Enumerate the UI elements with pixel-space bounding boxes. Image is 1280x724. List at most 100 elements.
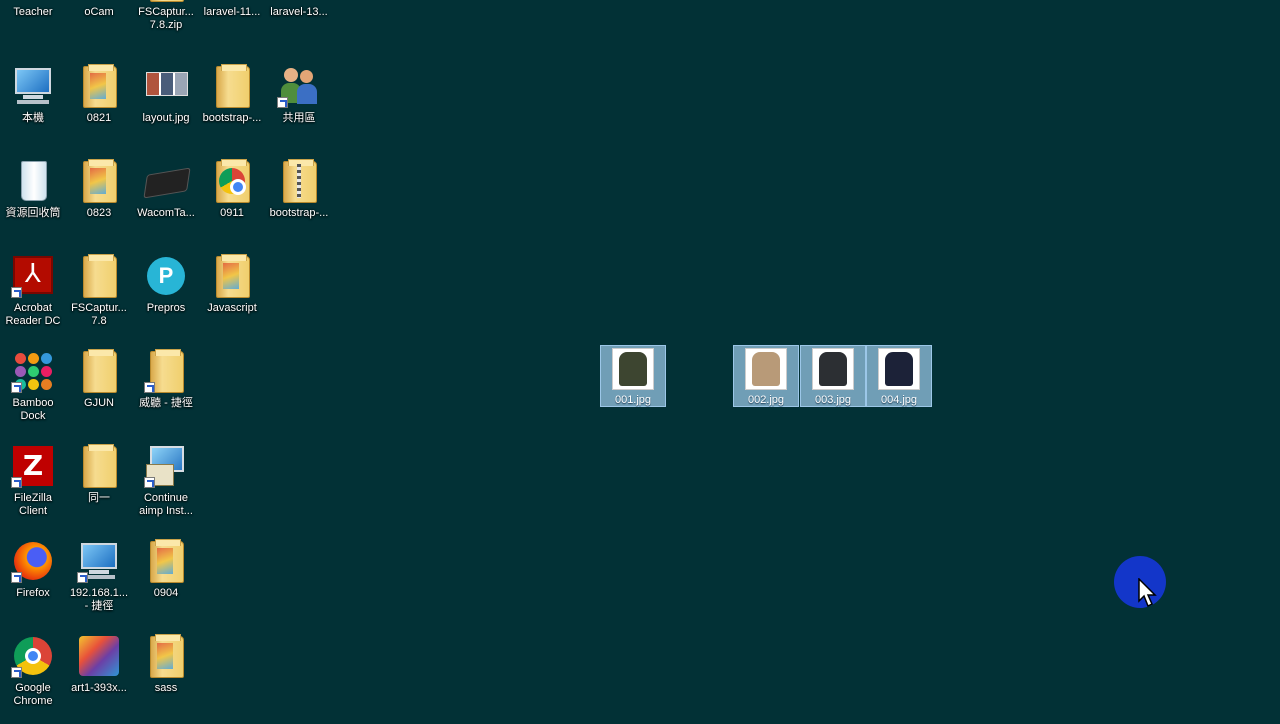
video-file-icon [210,0,254,2]
video-file-icon [277,0,321,2]
zip-folder-icon [144,0,188,2]
acrobat-icon: ⅄ [11,254,55,298]
file-002-jpg[interactable]: 002.jpg [733,345,799,407]
computer-icon [11,64,55,108]
folder-icon [77,254,121,298]
desktop-icon-0823[interactable]: 0823 [66,155,132,249]
chrome-folder-icon [210,159,254,203]
desktop-icon-network-pc[interactable]: 192.168.1... - 捷徑 [66,535,132,629]
folder-icon [144,634,188,678]
desktop-icon-prepros[interactable]: P Prepros [133,250,199,344]
jacket-thumbnail-icon [878,348,920,390]
image-file-icon [144,64,188,108]
desktop-icon-bootstrap-2[interactable]: bootstrap-... [266,155,332,249]
desktop-icon-label: 192.168.1... - 捷徑 [69,587,129,612]
desktop-icon-fscapture-zip[interactable]: FSCaptur... 7.8.zip [133,0,199,48]
desktop-icon-label: FSCaptur... 7.8.zip [138,6,194,31]
file-label: 001.jpg [614,394,652,406]
firefox-icon [11,539,55,583]
desktop-icon-fscapture[interactable]: FSCaptur... 7.8 [66,250,132,344]
file-label: 004.jpg [880,394,918,406]
desktop-icon-sass[interactable]: sass [133,630,199,724]
desktop-icon-label: oCam [84,6,114,18]
folder-shortcut-icon [144,349,188,393]
teacher-icon [11,0,55,2]
shortcut-arrow-icon [11,287,22,298]
desktop-icon-firefox[interactable]: Firefox [0,535,66,629]
filezilla-icon: Z [11,444,55,488]
desktop-icon-laravel-11[interactable]: laravel-11... [199,0,265,48]
folder-icon [144,539,188,583]
folder-icon [77,159,121,203]
shortcut-arrow-icon [144,382,155,393]
desktop-icon-label: 0911 [220,207,244,219]
shortcut-arrow-icon [77,572,88,583]
chrome-icon [11,634,55,678]
desktop-icon-javascript[interactable]: Javascript [199,250,265,344]
installer-icon [144,444,188,488]
desktop-icon-label: 資源回收筒 [5,207,61,219]
file-003-jpg[interactable]: 003.jpg [800,345,866,407]
desktop-icon-label: Firefox [16,587,50,599]
zip-folder-icon [277,159,321,203]
desktop-icon-label: 0821 [86,112,112,124]
bamboo-dock-icon [11,349,55,393]
network-computer-icon [77,539,121,583]
desktop-icon-acrobat[interactable]: ⅄ Acrobat Reader DC [0,250,66,344]
desktop-icon-label: Teacher [13,6,53,18]
desktop-icon-label: 共用區 [282,112,316,124]
mouse-pointer-icon [1138,578,1157,608]
shortcut-arrow-icon [11,477,22,488]
folder-icon [77,64,121,108]
desktop-icon-label: Acrobat Reader DC [5,302,61,327]
desktop-icon-label: Google Chrome [13,682,53,707]
shortcut-arrow-icon [11,382,22,393]
desktop-icon-art[interactable]: art1-393x... [66,630,132,724]
desktop-icon-recycle-bin[interactable]: 資源回收筒 [0,155,66,249]
desktop-icon-wacom[interactable]: WacomTa... [133,155,199,249]
desktop-icon-teacher[interactable]: Teacher [0,0,66,48]
ocam-icon [77,0,121,2]
desktop-icon-continue-aimp[interactable]: Continue aimp Inst... [133,440,199,534]
file-label: 003.jpg [814,394,852,406]
desktop-icon-label: Bamboo Dock [12,397,54,422]
desktop-icon-label: layout.jpg [142,112,190,124]
paint-palette-icon [77,634,121,678]
desktop-icon-gjun[interactable]: GJUN [66,345,132,439]
desktop-icon-tongyi[interactable]: 同一 [66,440,132,534]
desktop-icon-laravel-13[interactable]: laravel-13... [266,0,332,48]
jacket-thumbnail-icon [745,348,787,390]
shortcut-arrow-icon [277,97,288,108]
desktop-icon-0911[interactable]: 0911 [199,155,265,249]
desktop-icon-0904[interactable]: 0904 [133,535,199,629]
folder-icon [77,444,121,488]
file-004-jpg[interactable]: 004.jpg [866,345,932,407]
desktop-icon-label: laravel-13... [270,6,328,18]
desktop-icon-label: Javascript [207,302,257,314]
desktop-icon-0821[interactable]: 0821 [66,60,132,154]
shortcut-arrow-icon [11,572,22,583]
desktop-icon-layout-jpg[interactable]: layout.jpg [133,60,199,154]
folder-icon [77,349,121,393]
desktop-icon-label: Continue aimp Inst... [139,492,193,517]
file-001-jpg[interactable]: 001.jpg [600,345,666,407]
desktop-icon-bamboo-dock[interactable]: Bamboo Dock [0,345,66,439]
desktop-icon-weiting[interactable]: 威聽 - 捷徑 [133,345,199,439]
desktop-icon-label: 0823 [86,207,112,219]
desktop-icon-label: 0904 [153,587,179,599]
desktop-icon-label: laravel-11... [203,6,261,18]
desktop-icon-label: 威聽 - 捷徑 [139,397,193,409]
desktop-icon-label: 本機 [22,112,44,124]
shortcut-arrow-icon [11,667,22,678]
desktop-icon-label: FSCaptur... 7.8 [71,302,127,327]
desktop-icon-label: FileZilla Client [14,492,52,517]
desktop-icon-shared[interactable]: 共用區 [266,60,332,154]
desktop-icon-ocam[interactable]: oCam [66,0,132,48]
desktop-icon-filezilla[interactable]: Z FileZilla Client [0,440,66,534]
desktop-icon-this-pc[interactable]: 本機 [0,60,66,154]
desktop-icon-google-chrome[interactable]: Google Chrome [0,630,66,724]
prepros-icon: P [144,254,188,298]
desktop-icon-label: art1-393x... [71,682,127,694]
desktop-icon-bootstrap-1[interactable]: bootstrap-... [199,60,265,154]
file-label: 002.jpg [747,394,785,406]
